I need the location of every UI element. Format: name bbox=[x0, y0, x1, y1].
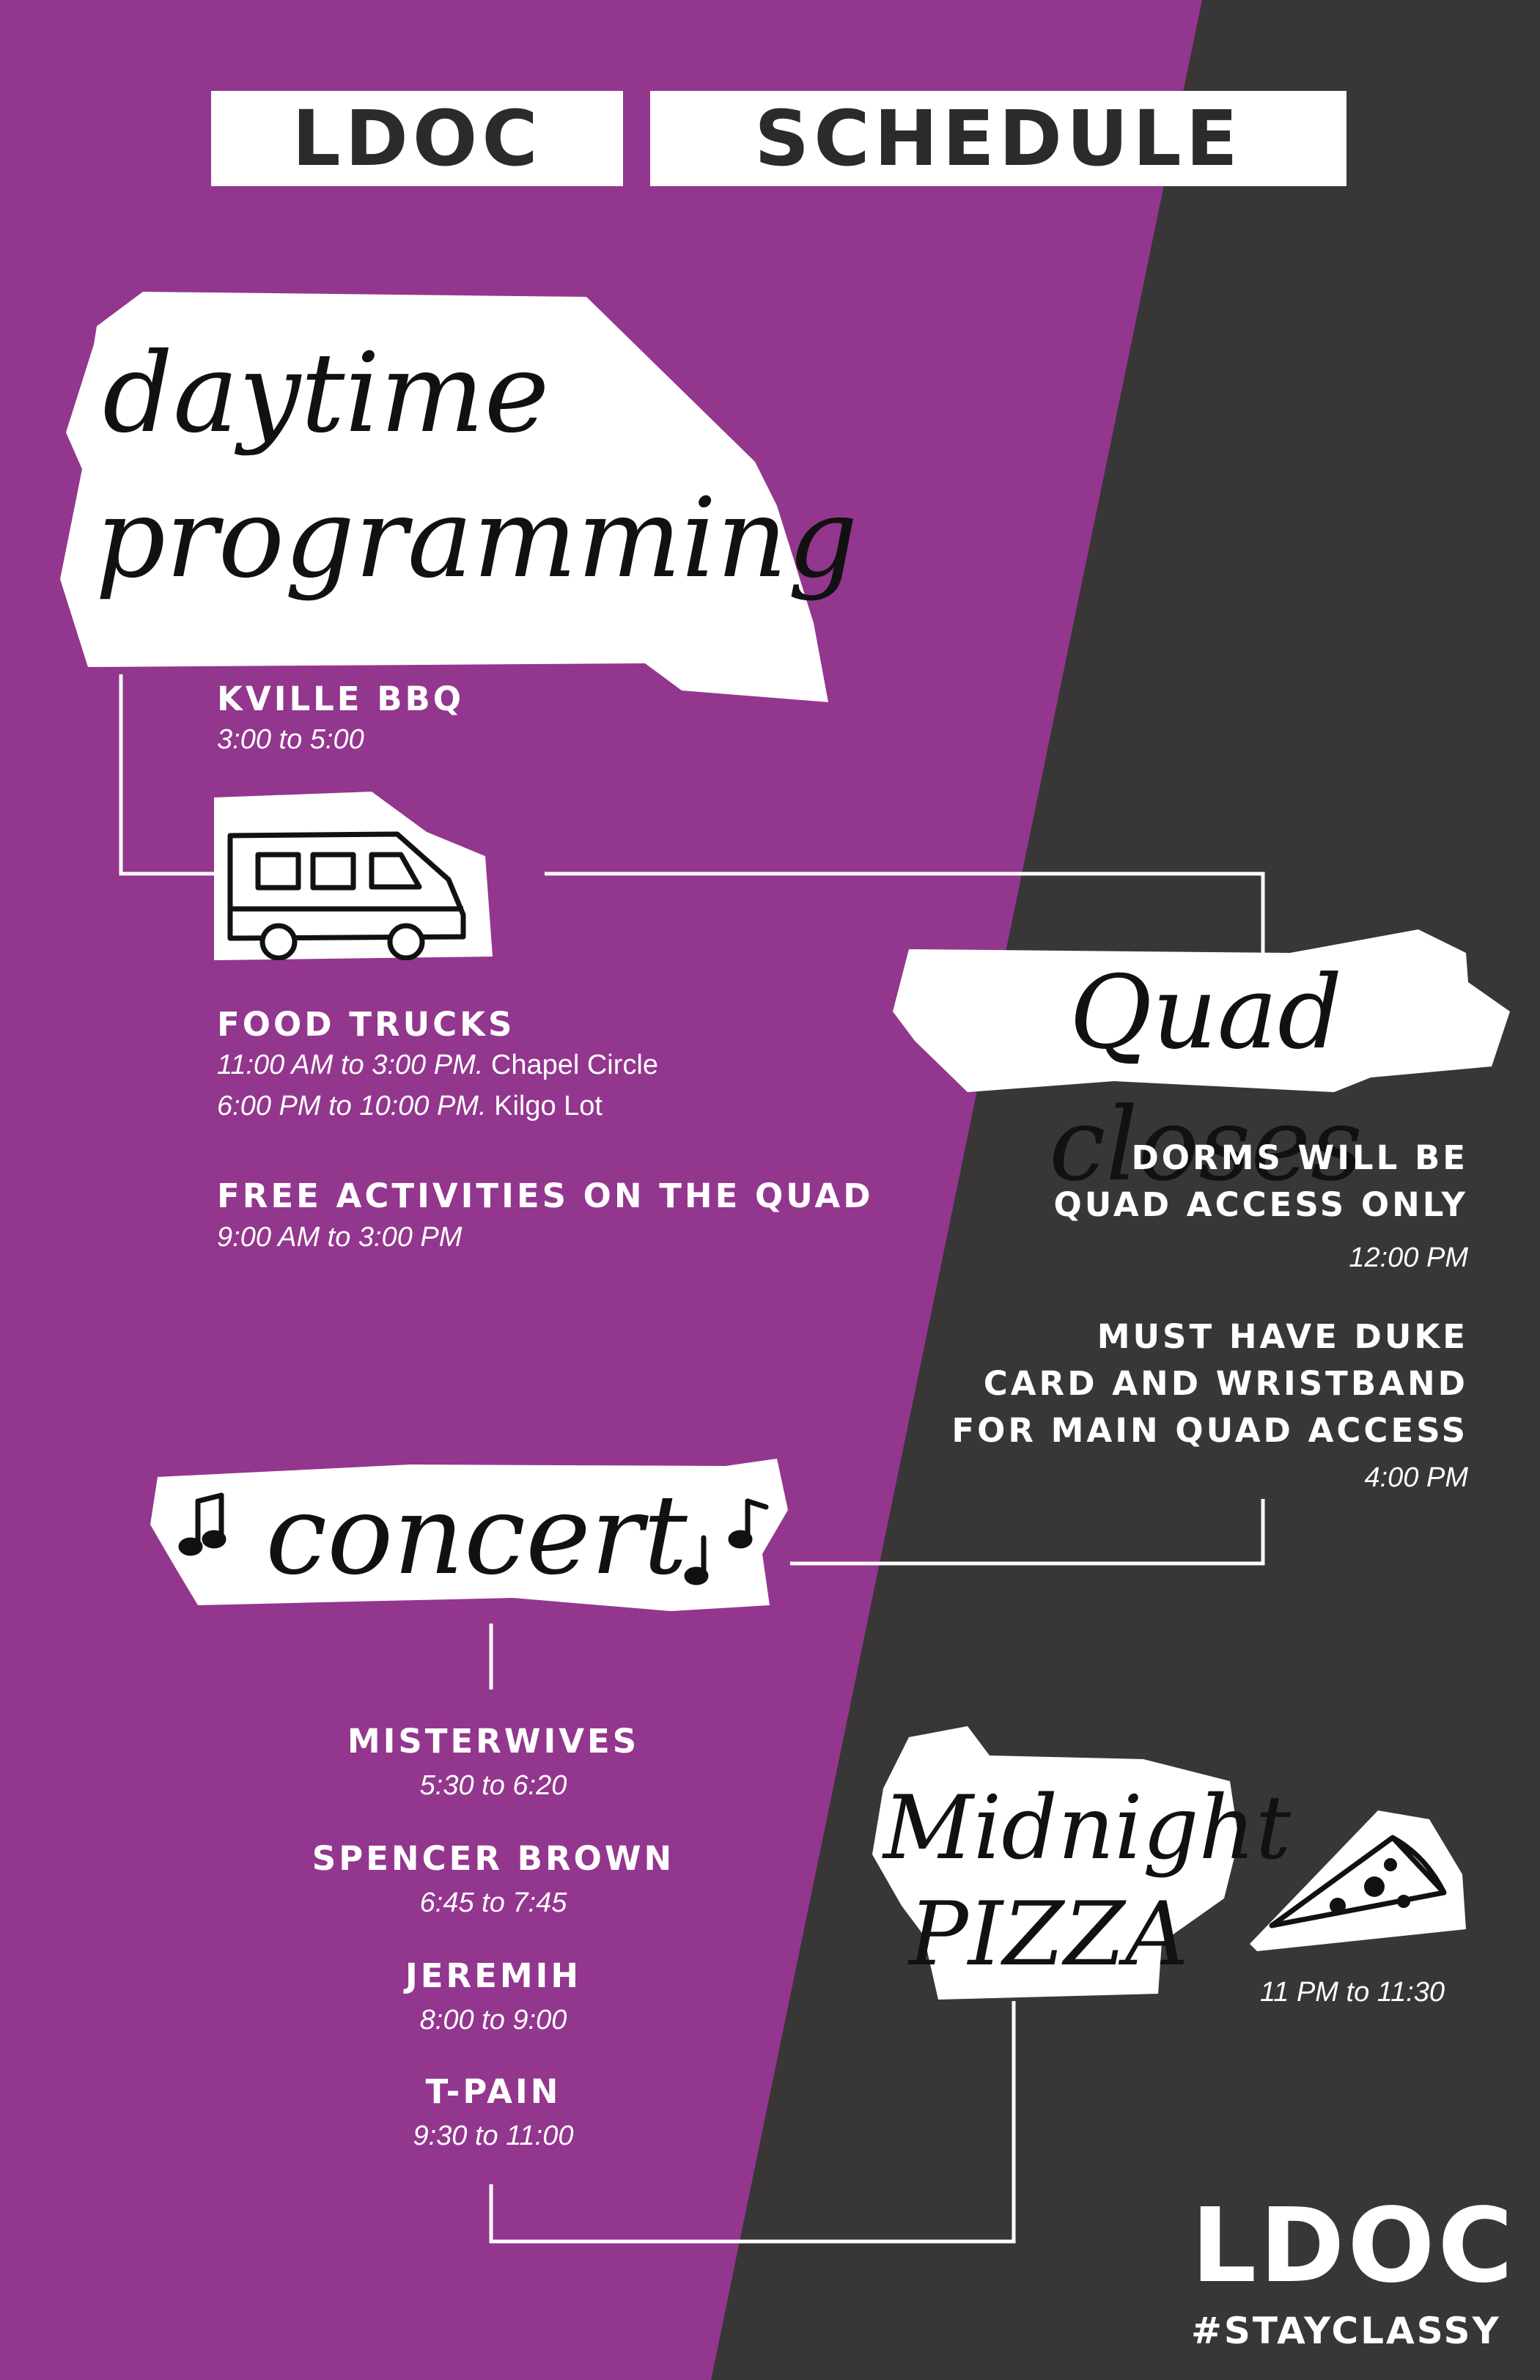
midnight-pizza-heading-line2: PIZZA bbox=[909, 1884, 1189, 1986]
pizza-time: 11 PM to 11:30 bbox=[1259, 1977, 1445, 2008]
stayclassy-hashtag: #STAYCLASSY bbox=[1191, 2310, 1501, 2352]
poster: LDOC SCHEDULE daytime programming KVILLE… bbox=[0, 0, 1540, 2380]
ldoc-logo-wordmark: LDOC bbox=[1191, 2186, 1517, 2306]
midnight-pizza-heading-card bbox=[872, 1726, 1239, 2000]
midnight-pizza-heading-line1: Midnight bbox=[883, 1777, 1292, 1879]
pizza-slice-icon bbox=[1250, 1810, 1466, 1951]
